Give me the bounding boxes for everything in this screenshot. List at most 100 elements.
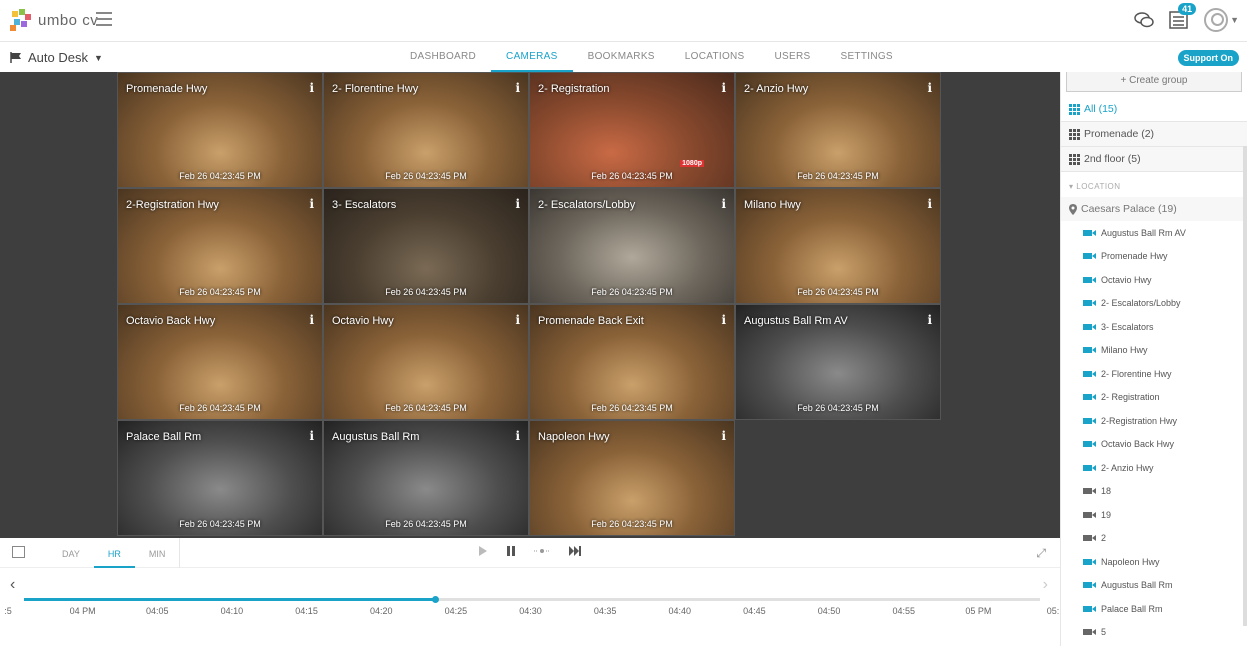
sidebar-camera-item[interactable]: 2-Registration Hwy [1061, 409, 1247, 433]
zoom-tab-day[interactable]: DAY [48, 538, 94, 568]
info-icon[interactable]: i [721, 313, 726, 327]
group-label: 2nd floor (5) [1084, 153, 1141, 165]
timeline-prev-icon[interactable]: ‹ [10, 576, 15, 594]
group-promenade[interactable]: Promenade (2) [1061, 122, 1247, 147]
tab-locations[interactable]: LOCATIONS [670, 42, 760, 72]
camera-name: 2-Registration Hwy [126, 199, 219, 211]
notifications-button[interactable]: 41 [1168, 3, 1197, 31]
expand-icon[interactable]: ⤢ [1036, 546, 1046, 561]
info-icon[interactable]: i [721, 81, 726, 95]
camera-timestamp: Feb 26 04:23:45 PM [797, 171, 879, 181]
sidebar-scrollbar[interactable] [1243, 146, 1247, 626]
menu-icon[interactable] [96, 12, 112, 26]
camera-name: 2- Escalators/Lobby [538, 199, 636, 211]
sidebar-camera-item[interactable]: 18 [1061, 480, 1247, 504]
sidebar-camera-item[interactable]: Augustus Ball Rm AV [1061, 221, 1247, 245]
zoom-tab-hour[interactable]: HR [93, 538, 135, 568]
user-menu[interactable]: ▼ [1204, 8, 1239, 32]
sidebar-camera-item[interactable]: Napoleon Hwy [1061, 550, 1247, 574]
info-icon[interactable]: i [309, 197, 314, 211]
info-icon[interactable]: i [721, 197, 726, 211]
app-logo[interactable]: umbo cv [10, 9, 98, 31]
sidebar-camera-item[interactable]: Promenade Hwy [1061, 245, 1247, 269]
camera-tile[interactable]: Palace Ball Rm i Feb 26 04:23:45 PM [117, 420, 323, 536]
tab-dashboard[interactable]: DASHBOARD [395, 42, 491, 72]
location-item[interactable]: Caesars Palace (19) [1061, 197, 1247, 221]
grid-icon [1069, 128, 1080, 140]
chat-icon[interactable] [1134, 11, 1154, 29]
sidebar-camera-item[interactable]: 2- Anzio Hwy [1061, 456, 1247, 480]
site-selector[interactable]: Auto Desk ▼ [10, 50, 103, 65]
video-camera-icon [1083, 276, 1096, 283]
timeline-handle[interactable] [432, 596, 440, 603]
live-icon[interactable] [534, 545, 550, 557]
camera-tile[interactable]: Octavio Hwy i Feb 26 04:23:45 PM [323, 304, 529, 420]
timeline-tick-label: 04:50 [817, 606, 841, 616]
camera-tile[interactable]: 3- Escalators i Feb 26 04:23:45 PM [323, 188, 529, 304]
info-icon[interactable]: i [927, 81, 932, 95]
sidebar-camera-item[interactable]: Palace Ball Rm [1061, 597, 1247, 621]
calendar-icon[interactable] [12, 546, 25, 558]
tab-bookmarks[interactable]: BOOKMARKS [573, 42, 670, 72]
playback-controls: DAY HR MIN ⤢ [0, 538, 1060, 568]
info-icon[interactable]: i [927, 313, 932, 327]
sidebar-camera-label: Promenade Hwy [1101, 251, 1168, 262]
timeline-tick-label: 04:10 [220, 606, 244, 616]
camera-name: Octavio Hwy [332, 315, 394, 327]
info-icon[interactable]: i [309, 81, 314, 95]
sidebar-camera-item[interactable]: 2- Escalators/Lobby [1061, 292, 1247, 316]
sidebar-camera-item[interactable]: Augustus Ball Rm [1061, 574, 1247, 598]
create-group-button[interactable]: + Create group [1066, 72, 1242, 92]
video-camera-icon [1083, 511, 1096, 518]
camera-tile[interactable]: Milano Hwy i Feb 26 04:23:45 PM [735, 188, 941, 304]
sidebar-camera-item[interactable]: Octavio Back Hwy [1061, 433, 1247, 457]
sidebar-camera-item[interactable]: 5 [1061, 621, 1247, 645]
camera-tile[interactable]: 2- Registration i Feb 26 04:23:45 PM 1080p [529, 72, 735, 188]
sidebar-camera-item[interactable]: 3- Escalators [1061, 315, 1247, 339]
info-icon[interactable]: i [515, 429, 520, 443]
group-all[interactable]: All (15) [1061, 97, 1247, 122]
sidebar-camera-item[interactable]: 2 [1061, 527, 1247, 551]
info-icon[interactable]: i [515, 81, 520, 95]
camera-tile[interactable]: Promenade Back Exit i Feb 26 04:23:45 PM [529, 304, 735, 420]
tab-cameras[interactable]: CAMERAS [491, 42, 573, 72]
camera-list: Augustus Ball Rm AV Promenade Hwy Octavio … [1061, 221, 1247, 644]
timeline[interactable]: ‹ › :5 04 PM 04:05 04:10 04:15 04:20 04:25 04:3… [0, 568, 1060, 646]
camera-tile[interactable]: Octavio Back Hwy i Feb 26 04:23:45 PM [117, 304, 323, 420]
info-icon[interactable]: i [515, 313, 520, 327]
camera-name: Augustus Ball Rm AV [744, 315, 848, 327]
sidebar-camera-item[interactable]: 19 [1061, 503, 1247, 527]
tab-users[interactable]: USERS [760, 42, 826, 72]
video-camera-icon [1083, 394, 1096, 401]
camera-tile[interactable]: 2- Florentine Hwy i Feb 26 04:23:45 PM [323, 72, 529, 188]
timeline-track[interactable] [24, 596, 1040, 603]
camera-tile[interactable]: Napoleon Hwy i Feb 26 04:23:45 PM [529, 420, 735, 536]
video-camera-icon [1083, 323, 1096, 330]
camera-tile[interactable]: 2- Escalators/Lobby i Feb 26 04:23:45 PM [529, 188, 735, 304]
sidebar-camera-item[interactable]: Milano Hwy [1061, 339, 1247, 363]
camera-name: Augustus Ball Rm [332, 431, 420, 443]
sidebar-camera-item[interactable]: 2- Registration [1061, 386, 1247, 410]
timeline-next-icon[interactable]: › [1043, 576, 1048, 594]
camera-tile[interactable]: Augustus Ball Rm AV i Feb 26 04:23:45 PM [735, 304, 941, 420]
info-icon[interactable]: i [927, 197, 932, 211]
info-icon[interactable]: i [309, 313, 314, 327]
sidebar-camera-item[interactable]: 2- Florentine Hwy [1061, 362, 1247, 386]
group-2nd-floor[interactable]: 2nd floor (5) [1061, 147, 1247, 172]
info-icon[interactable]: i [309, 429, 314, 443]
camera-tile[interactable]: Augustus Ball Rm i Feb 26 04:23:45 PM [323, 420, 529, 536]
sidebar-camera-item[interactable]: Octavio Hwy [1061, 268, 1247, 292]
pause-icon[interactable] [506, 545, 516, 557]
camera-tile[interactable]: 2-Registration Hwy i Feb 26 04:23:45 PM [117, 188, 323, 304]
support-toggle[interactable]: Support On [1177, 50, 1239, 66]
timeline-tick-label: 04:20 [369, 606, 393, 616]
location-section-header[interactable]: ▾ LOCATION [1061, 172, 1247, 197]
skip-forward-icon[interactable] [568, 545, 582, 557]
info-icon[interactable]: i [515, 197, 520, 211]
zoom-tab-minute[interactable]: MIN [135, 538, 180, 568]
info-icon[interactable]: i [721, 429, 726, 443]
camera-tile[interactable]: 2- Anzio Hwy i Feb 26 04:23:45 PM [735, 72, 941, 188]
play-icon[interactable] [478, 545, 488, 557]
camera-tile[interactable]: Promenade Hwy i Feb 26 04:23:45 PM [117, 72, 323, 188]
tab-settings[interactable]: SETTINGS [825, 42, 907, 72]
